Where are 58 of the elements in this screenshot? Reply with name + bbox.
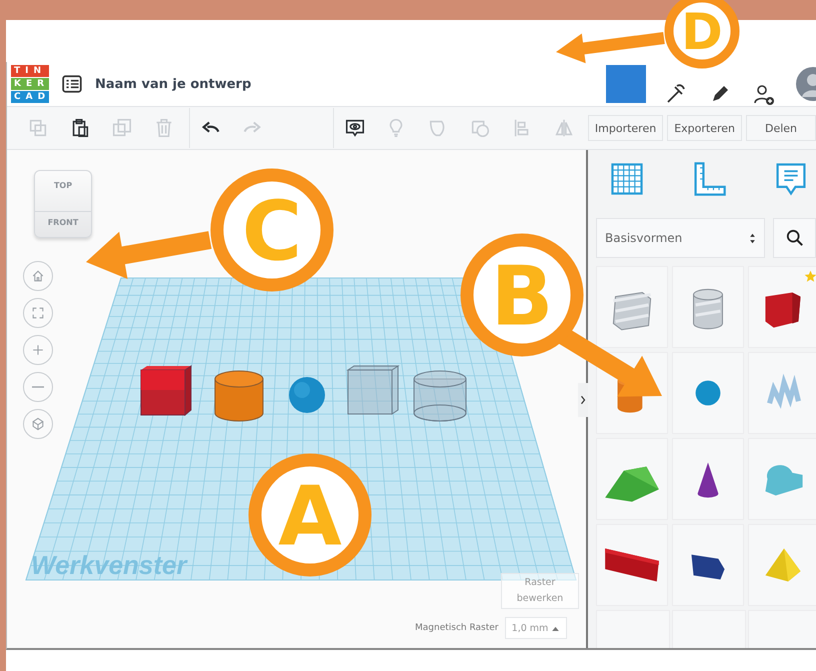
snap-grid-label: Magnetisch Raster <box>415 623 498 633</box>
logo-text[interactable]: CAD <box>11 91 49 103</box>
star-icon <box>804 270 816 283</box>
shape-tile[interactable] <box>748 352 816 434</box>
edit-grid-button[interactable]: Raster bewerken <box>501 573 579 609</box>
callout-badge: A <box>248 454 372 576</box>
shape-tile[interactable] <box>596 438 668 520</box>
eye-note-icon <box>344 117 366 139</box>
list-icon[interactable] <box>61 73 83 95</box>
shape-tile[interactable] <box>596 610 670 648</box>
shape-tile[interactable] <box>748 438 816 520</box>
view-control-button[interactable] <box>23 335 53 365</box>
shape-tile[interactable] <box>748 610 816 648</box>
add-user-icon[interactable] <box>752 82 776 106</box>
3d-object[interactable] <box>414 370 466 422</box>
view-control-button[interactable] <box>23 372 53 402</box>
shape-tile[interactable] <box>672 438 744 520</box>
3d-object[interactable] <box>140 365 192 416</box>
snap-grid-dropdown[interactable]: 1,0 mm <box>504 617 566 639</box>
logo-text[interactable]: TIN <box>11 65 49 77</box>
mirror-icon <box>553 117 575 139</box>
toolbar-text-button[interactable]: Importeren <box>588 115 664 141</box>
view-control-button[interactable] <box>23 261 53 291</box>
caret-icon <box>552 626 560 630</box>
view-cube[interactable]: TOP FRONT <box>34 170 92 238</box>
workplane-label: Werkvenster <box>31 550 187 580</box>
view-control-button[interactable] <box>23 409 53 439</box>
toolbar-text-button[interactable]: Delen <box>746 115 816 141</box>
shape-tile[interactable] <box>672 266 744 348</box>
collapse-panel-button[interactable] <box>578 383 588 417</box>
3d-object[interactable] <box>214 370 264 422</box>
design-title[interactable]: Naam van je ontwerp <box>95 76 252 92</box>
sort-arrows-icon <box>749 232 756 244</box>
copy-icon <box>27 117 49 139</box>
shape-tile[interactable] <box>596 524 668 606</box>
callout-badge: D <box>664 0 740 68</box>
fit-view-icon <box>30 305 46 321</box>
callout-badge: B <box>460 234 584 356</box>
zoom-out-icon <box>31 385 45 389</box>
cube-icon <box>30 416 46 432</box>
shape-tile[interactable] <box>748 524 816 606</box>
shape-tile[interactable] <box>672 352 744 434</box>
shape-tile[interactable] <box>596 266 668 348</box>
toolbar-text-button[interactable]: Exporteren <box>667 115 742 141</box>
view-control-button[interactable] <box>23 298 53 328</box>
duplicate-icon <box>111 117 133 139</box>
callout-badge: C <box>210 168 334 292</box>
search-icon <box>786 229 804 247</box>
shape-tile[interactable] <box>748 266 816 348</box>
zoom-in-icon <box>30 342 46 358</box>
logo-text[interactable]: KER <box>11 78 49 90</box>
shape-tile[interactable] <box>672 610 746 648</box>
shape-tile[interactable] <box>672 524 744 606</box>
3d-object[interactable] <box>346 365 400 415</box>
search-button[interactable] <box>773 218 816 258</box>
home-icon <box>30 268 46 284</box>
chevron-icon <box>580 394 586 406</box>
shape-category-dropdown[interactable]: Basisvormen <box>596 218 766 258</box>
